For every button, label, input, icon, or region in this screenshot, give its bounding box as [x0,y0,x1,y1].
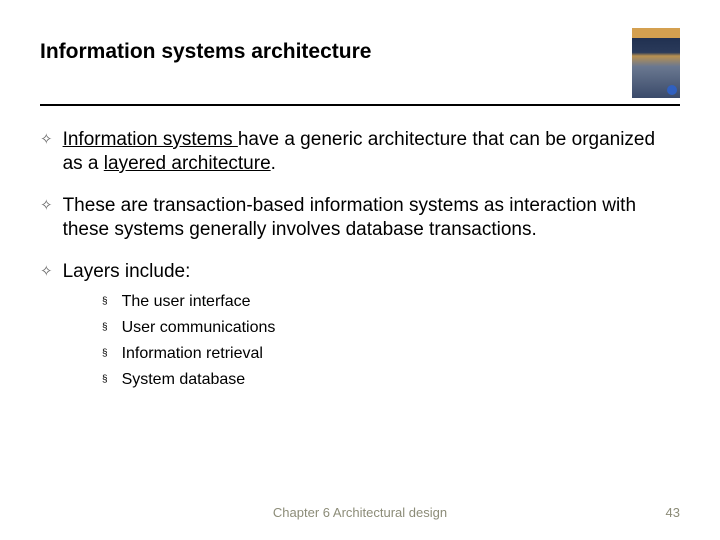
footer-chapter: Chapter 6 Architectural design [273,505,447,520]
plain-text: . [271,153,276,174]
bullet-item: ✧ Layers include: [40,260,680,284]
underline-text: layered architecture [104,153,271,174]
diamond-bullet-icon: ✧ [40,128,53,152]
bullet-text: These are transaction-based information … [63,194,680,242]
sub-item: § System database [102,370,680,390]
sub-text: System database [122,370,246,390]
bullet-item: ✧ These are transaction-based informatio… [40,194,680,242]
bullet-text: Layers include: [63,260,191,284]
sub-text: Information retrieval [122,344,263,364]
slide-content: ✧ Information systems have a generic arc… [0,106,720,390]
sub-text: User communications [122,318,276,338]
slide-title: Information systems architecture [40,28,632,64]
underline-text: Information systems [63,129,238,150]
square-bullet-icon: § [102,292,108,312]
footer: Chapter 6 Architectural design 43 [0,505,720,520]
bullet-text: Information systems have a generic archi… [63,128,680,176]
diamond-bullet-icon: ✧ [40,194,53,218]
sub-item: § The user interface [102,292,680,312]
sub-list: § The user interface § User communicatio… [40,292,680,390]
sub-item: § User communications [102,318,680,338]
square-bullet-icon: § [102,318,108,338]
book-cover-image [632,28,680,98]
diamond-bullet-icon: ✧ [40,260,53,284]
sub-item: § Information retrieval [102,344,680,364]
square-bullet-icon: § [102,370,108,390]
square-bullet-icon: § [102,344,108,364]
bullet-item: ✧ Information systems have a generic arc… [40,128,680,176]
sub-text: The user interface [122,292,251,312]
page-number: 43 [666,505,680,520]
